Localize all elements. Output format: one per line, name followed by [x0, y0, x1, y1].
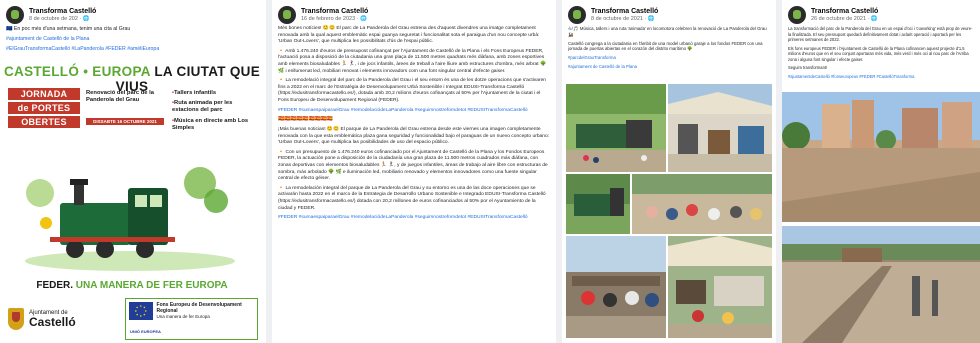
poster-title-part: • EUROPA [83, 64, 151, 79]
post-author[interactable]: Transforma Castelló [811, 8, 878, 16]
poster-bullet: Tallers infantils [172, 90, 260, 97]
page-avatar[interactable] [568, 6, 586, 24]
post-card-4: Transforma Castelló 26 de octubre de 202… [782, 0, 980, 343]
post-hashtags[interactable]: #FEDER #sumaespaiparaelGrau #remodelació… [278, 215, 550, 222]
event-photo-2[interactable] [668, 84, 772, 172]
poster-date-box: DISSABTE 16 OCTUBRE 2021 [86, 118, 164, 125]
poster-feder-word: FEDER. [36, 280, 74, 291]
eu-fund-logo: Fons Europeu de Desenvolupament Regional… [125, 298, 258, 340]
post-hashtags[interactable]: #FEDER #sumaespaiparaelGrau #remodelació… [278, 108, 550, 115]
post-paragraph: 🔸 La remodelación integral del parque de… [278, 185, 546, 211]
post-paragraph: 🔸 La remodelació integral del parc de la… [278, 78, 547, 104]
post-author[interactable]: Transforma Castelló [591, 8, 658, 16]
poster-bullet: Música en directe amb Los Simples [172, 118, 260, 132]
poster-feder-line: FEDER. UNA MANERA DE FER EUROPA [0, 280, 264, 291]
post-header: Transforma Castelló 8 de octubre de 2021… [562, 0, 776, 26]
poster-feder-motto: UNA MANERA DE FER EUROPA [75, 280, 228, 291]
post-paragraph: Castelló congrega a la ciutadania en l'à… [568, 40, 763, 52]
post-hashtags[interactable]: #ajuntament de Castelló de la Plana [568, 64, 770, 70]
post-card-2: Transforma Castelló 16 de febrero de 202… [272, 0, 556, 343]
post-date[interactable]: 8 de octubre de 202 · 🌐 [29, 16, 96, 22]
page-avatar[interactable] [788, 6, 806, 24]
event-poster-image[interactable]: CASTELLÓ • EUROPA LA CIUTAT QUE VIUS JOR… [0, 58, 264, 343]
eu-label: UNIÓ EUROPEA [130, 329, 161, 334]
poster-jornada-line: OBERTES [8, 116, 80, 128]
post-paragraph: 🔸 Amb 1.476.240 d'euros de pressupost co… [278, 48, 547, 74]
post-paragraph: 🎶🎵 Música, tallers i una ruta 'animada' … [568, 26, 767, 37]
post-header: Transforma Castelló 8 de octubre de 202 … [0, 0, 266, 26]
post-flag-divider: 🇪🇸🇪🇸🇪🇸🇪🇸🇪🇸🇪🇸🇪🇸🇪🇸🇪🇸 [278, 117, 333, 123]
event-photo-5[interactable] [566, 236, 666, 338]
post-hashtags[interactable]: #parcdelGrauTransforma [568, 55, 770, 61]
page-avatar[interactable] [6, 6, 24, 24]
poster-jornada-line: de PORTES [8, 102, 80, 114]
post-text: Més bones notícies! 😊😊 El parc de La Pan… [272, 26, 556, 222]
post-card-3: Transforma Castelló 8 de octubre de 2021… [562, 0, 776, 343]
post-date[interactable]: 26 de octubre de 2021 · 🌐 [811, 16, 878, 22]
eu-motto: Una manera de fer Europa [156, 314, 210, 319]
ajuntament-city: Castelló [29, 315, 76, 329]
post-hashtags[interactable]: #ajuntamentdeCastelló #fonseuropeus #FED… [788, 74, 974, 80]
post-text: 🇪🇺 En poc més d'una setmana, tenim una c… [0, 26, 266, 53]
train-illustration [25, 167, 235, 271]
poster-logos: Ajuntament de Castelló Fons Europeu de D… [8, 298, 258, 340]
post-card-1: Transforma Castelló 8 de octubre de 202 … [0, 0, 266, 343]
post-text-line: 🇪🇺 En poc més d'una setmana, tenim una c… [6, 26, 131, 32]
post-date[interactable]: 8 de octubre de 2021 · 🌐 [591, 16, 658, 22]
eu-flag-icon [129, 302, 153, 320]
post-text: La transformació del parc de la Panderol… [782, 26, 980, 79]
post-text: 🎶🎵 Música, tallers i una ruta 'animada' … [562, 26, 776, 70]
post-paragraph: Els fons europeus FEDER i l'Ajuntament d… [788, 45, 969, 62]
ajuntament-logo: Ajuntament de Castelló [8, 298, 118, 340]
park-photo-bottom[interactable] [782, 226, 980, 343]
eu-fund-name: Fons Europeu de Desenvolupament Regional [156, 302, 242, 314]
post-hashtag-line[interactable]: #ElGrauTransformaCastelló #LaPanderola #… [6, 46, 260, 53]
castello-shield-icon [8, 308, 24, 330]
post-paragraph: Seguim transformant! [788, 65, 828, 71]
post-paragraph: 🔸 Con un presupuesto de 1.476.240 euros … [278, 149, 548, 182]
post-author[interactable]: Transforma Castelló [29, 8, 96, 16]
poster-bullet: Ruta animada per les estacions del parc [172, 100, 260, 114]
poster-bullets: Tallers infantils Ruta animada per les e… [172, 90, 260, 135]
poster-jornada-line: JORNADA [8, 88, 80, 100]
event-photo-3[interactable] [566, 174, 630, 234]
post-paragraph: ¡Más buenas noticias! 😊😊 El parque de La… [278, 126, 550, 146]
page-avatar[interactable] [278, 6, 296, 24]
event-photo-1[interactable] [566, 84, 666, 172]
poster-jornada-label: JORNADA de PORTES OBERTES [8, 88, 80, 130]
park-photo-top[interactable] [782, 92, 980, 222]
post-author[interactable]: Transforma Castelló [301, 8, 368, 16]
post-hashtag-line[interactable]: #ajuntament de Castelló de la Plana [6, 36, 260, 43]
post-header: Transforma Castelló 16 de febrero de 202… [272, 0, 556, 26]
post-paragraph: La transformació del parc de la Panderol… [788, 26, 973, 43]
poster-renovacio: Renovació del parc de la Panderola del G… [86, 90, 154, 104]
poster-title-part: CASTELLÓ [3, 64, 80, 79]
post-header: Transforma Castelló 26 de octubre de 202… [782, 0, 980, 26]
event-photo-4[interactable] [632, 174, 772, 234]
event-photo-6[interactable] [668, 236, 772, 338]
post-paragraph: Més bones notícies! 😊😊 El parc de La Pan… [278, 26, 540, 45]
post-date[interactable]: 16 de febrero de 2023 · 🌐 [301, 16, 368, 22]
